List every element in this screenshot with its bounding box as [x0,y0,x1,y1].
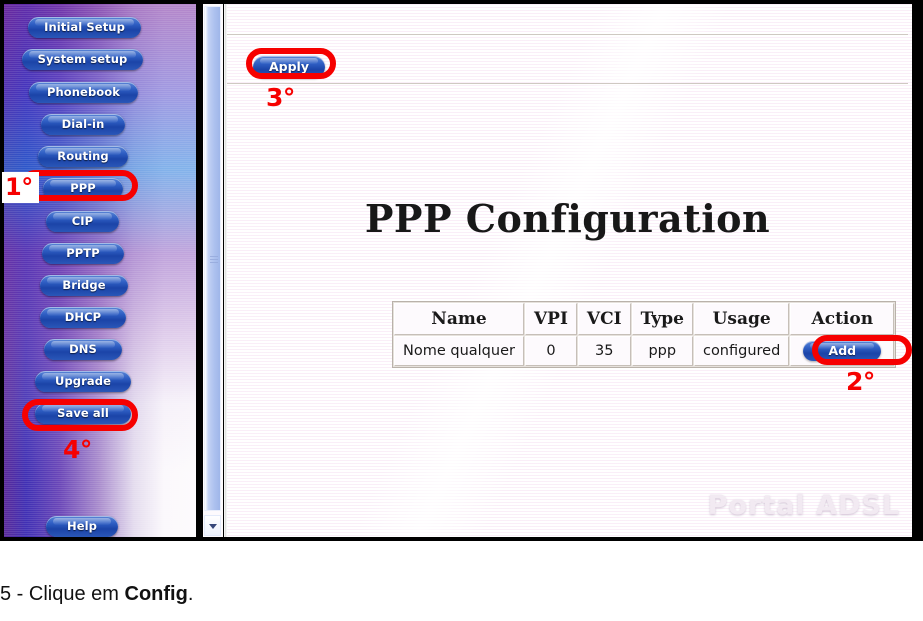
annotation-step-1: 1° [2,172,39,203]
sidebar-item-help[interactable]: Help [46,516,118,537]
toolbar-divider-top [227,34,908,35]
portal-watermark: Portal ADSL [707,490,900,521]
column-header-usage: Usage [693,303,790,335]
cell-name: Nome qualquer [394,336,524,366]
cell-usage: configured [693,336,790,366]
scrollbar-thumb[interactable] [204,6,221,511]
sidebar-item-dhcp[interactable]: DHCP [40,307,126,328]
sidebar-item-routing[interactable]: Routing [38,146,128,167]
cell-type: ppp [631,336,693,366]
sidebar-nav: Initial Setup System setup Phonebook Dia… [4,4,196,537]
sidebar-item-save-all[interactable]: Save all [35,403,131,424]
sidebar-item-cip[interactable]: CIP [46,211,119,232]
sidebar-item-phonebook[interactable]: Phonebook [29,82,138,103]
apply-button[interactable]: Apply [253,56,325,78]
caption-bold-term: Config [124,583,188,605]
table-row: Nome qualquer 0 35 ppp configured Add [394,336,895,366]
sidebar-item-dial-in[interactable]: Dial-in [41,114,125,135]
sidebar-item-upgrade[interactable]: Upgrade [35,371,131,392]
chevron-down-icon [208,524,217,529]
scrollbar-grip-icon [210,256,218,263]
sidebar-item-ppp[interactable]: PPP [43,178,123,199]
page-title: PPP Configuration [364,196,771,241]
sidebar-item-bridge[interactable]: Bridge [40,275,128,296]
scrollbar-down-button[interactable] [204,515,221,536]
annotation-step-4: 4° [63,435,92,464]
sidebar-item-initial-setup[interactable]: Initial Setup [28,17,141,38]
sidebar-item-system-setup[interactable]: System setup [22,49,143,70]
router-admin-screenshot: Initial Setup System setup Phonebook Dia… [0,0,923,541]
sidebar-scrollbar[interactable] [203,4,223,537]
annotation-step-3: 3° [266,83,295,112]
caption-suffix: . [187,583,194,605]
cell-action: Add [790,336,895,366]
column-header-type: Type [631,303,693,335]
sidebar-item-dns[interactable]: DNS [44,339,122,360]
cell-vpi: 0 [524,336,577,366]
sidebar-item-pptp[interactable]: PPTP [42,243,124,264]
annotation-step-2: 2° [846,367,875,396]
table-header-row: Name VPI VCI Type Usage Action [394,303,895,335]
column-header-action: Action [790,303,895,335]
caption-prefix: 5 - Clique em [0,583,125,605]
cell-vci: 35 [577,336,631,366]
add-button[interactable]: Add [803,341,882,361]
column-header-name: Name [394,303,524,335]
ppp-configuration-table: Name VPI VCI Type Usage Action Nome qual… [392,301,897,368]
main-content-panel: Apply PPP Configuration Name VPI VCI Typ… [227,4,912,537]
column-header-vci: VCI [577,303,631,335]
toolbar-divider-bottom [227,83,908,84]
column-header-vpi: VPI [524,303,577,335]
instruction-caption: 5 - Clique em Config. [0,583,923,606]
